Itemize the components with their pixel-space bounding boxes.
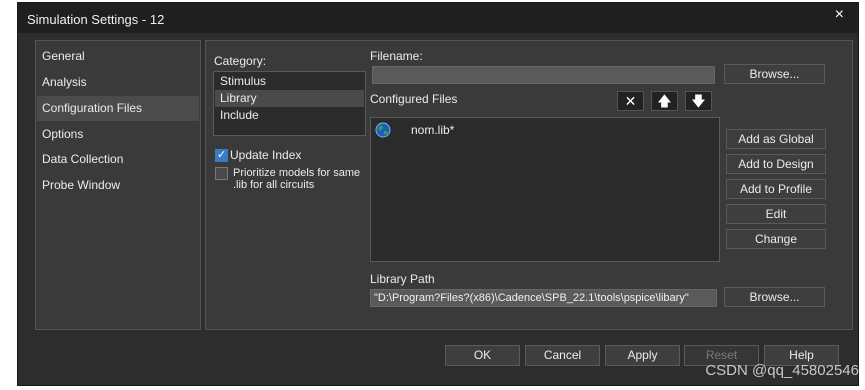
window-title: Simulation Settings - 12 [27,12,165,27]
category-item-library[interactable]: Library [215,90,364,107]
configuration-files-panel: Category: Stimulus Library Include Updat… [205,40,853,330]
ok-button[interactable]: OK [445,345,520,366]
nav-item-configuration-files[interactable]: Configuration Files [37,96,199,121]
nav-item-data-collection[interactable]: Data Collection [37,147,199,172]
add-to-design-button[interactable]: Add to Design [726,154,826,174]
prioritize-models-checkbox[interactable] [215,167,228,180]
prioritize-label-line2: .lib for all circuits [233,179,315,191]
apply-button[interactable]: Apply [605,345,680,366]
configured-files-label: Configured Files [370,92,458,106]
category-item-stimulus[interactable]: Stimulus [215,73,364,90]
add-as-global-button[interactable]: Add as Global [726,129,826,149]
move-up-icon[interactable]: 🡅 [651,91,678,111]
list-item[interactable]: nom.lib* [375,122,695,138]
settings-nav: General Analysis Configuration Files Opt… [35,40,201,330]
category-label: Category: [214,54,267,68]
cancel-button[interactable]: Cancel [525,345,600,366]
browse-filename-button[interactable]: Browse... [724,64,825,84]
category-item-include[interactable]: Include [215,107,364,124]
filename-label: Filename: [370,49,423,63]
add-to-profile-button[interactable]: Add to Profile [726,179,826,199]
configured-files-list: nom.lib* [370,117,720,262]
browse-library-button[interactable]: Browse... [724,287,825,307]
prioritize-label-line1: Prioritize models for same [233,167,361,179]
nav-item-probe-window[interactable]: Probe Window [37,173,199,198]
delete-icon[interactable]: ✕ [617,91,644,111]
nav-item-options[interactable]: Options [37,122,199,147]
update-index-checkbox[interactable] [215,148,228,162]
update-index-label: Update Index [230,148,302,162]
globe-icon [375,122,391,138]
move-down-icon[interactable]: 🡇 [685,91,712,111]
nav-item-analysis[interactable]: Analysis [37,70,199,95]
change-button[interactable]: Change [726,229,826,249]
nav-item-general[interactable]: General [37,44,199,69]
library-path-label: Library Path [370,272,435,286]
file-name: nom.lib* [411,123,455,137]
library-path-input[interactable]: "D:\Program?Files?(x86)\Cadence\SPB_22.1… [370,289,717,307]
watermark: CSDN @qq_45802546 [705,362,859,379]
category-list: Stimulus Library Include [213,71,366,136]
simulation-settings-dialog: Simulation Settings - 12 × General Analy… [17,2,859,386]
title-bar: Simulation Settings - 12 × [18,3,858,33]
edit-button[interactable]: Edit [726,204,826,224]
filename-input[interactable] [372,66,715,84]
close-icon[interactable]: × [835,6,844,24]
